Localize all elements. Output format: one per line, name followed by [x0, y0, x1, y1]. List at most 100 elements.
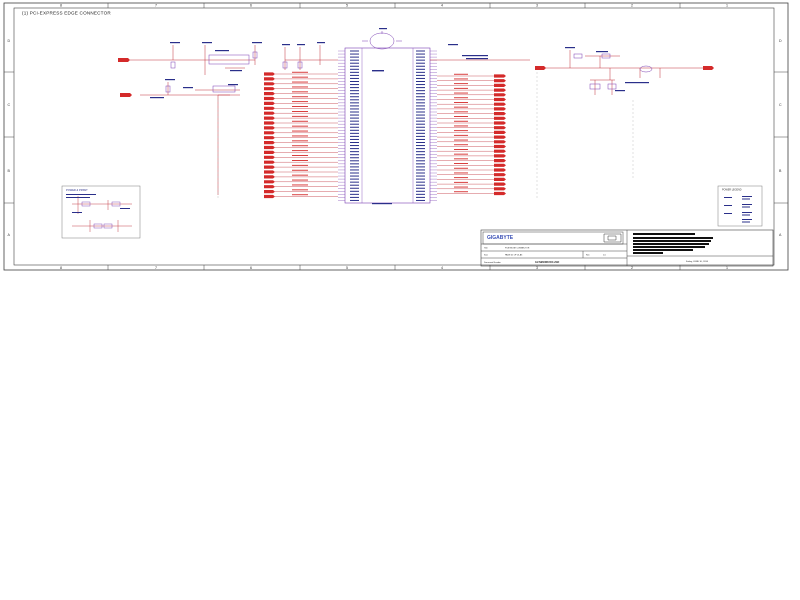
- net-flag: [494, 107, 506, 111]
- pin-label: [416, 178, 425, 180]
- pcie-edge-connector: [344, 47, 431, 205]
- net-flag: [264, 141, 275, 145]
- zone-col-label: 8: [60, 4, 62, 8]
- pin-label: [350, 148, 359, 150]
- zone-col-label: 5: [346, 266, 348, 270]
- zone-row-label: C: [779, 103, 782, 107]
- footer-date: Friday, JUNE 10, 2016: [686, 260, 709, 263]
- pin-label: [350, 181, 359, 183]
- pin-label: [416, 123, 425, 125]
- pin-label: [416, 135, 425, 137]
- size-label: Size: [484, 255, 489, 257]
- net-name: [454, 102, 468, 103]
- pin-label: [350, 62, 359, 64]
- pin-label: [350, 187, 359, 189]
- net-name: [454, 144, 468, 146]
- brand-logo-mark: [603, 233, 622, 243]
- zone-col-label: 4: [441, 266, 443, 270]
- pin-label: [350, 193, 359, 195]
- pin-label: [350, 157, 359, 159]
- pin-label: [416, 56, 425, 58]
- pin-label: [350, 199, 359, 201]
- net-flag: [264, 185, 275, 189]
- pin-label: [350, 117, 359, 119]
- net-flag: [494, 173, 506, 177]
- inner-frame: [13, 7, 775, 266]
- net-name: [454, 120, 468, 122]
- pin-label: [350, 96, 359, 98]
- pin-label: [350, 190, 359, 192]
- pin-label: [350, 102, 359, 104]
- net-name: [454, 130, 468, 132]
- net-flag: [264, 82, 275, 86]
- net-name: [292, 140, 308, 142]
- net-flag: [494, 88, 506, 92]
- pin-label: [416, 187, 425, 189]
- title-label: Title: [484, 247, 489, 250]
- power-legend-title: POWER LEGEND: [722, 189, 742, 192]
- pin-label: [416, 199, 425, 201]
- pin-label: [350, 129, 359, 131]
- pin-label: [416, 196, 425, 198]
- pin-label: [416, 87, 425, 89]
- net-flag: [264, 165, 275, 169]
- net-name: [292, 174, 308, 176]
- right-net-flags: [437, 73, 506, 196]
- zone-row-label: B: [779, 169, 782, 173]
- net-flag: [264, 145, 275, 150]
- pin-label: [416, 84, 425, 86]
- net-flag: [494, 97, 506, 102]
- pin-label: [350, 108, 359, 110]
- docnum-label: Document Number: [484, 261, 501, 264]
- docnum-value: GV-N960WF2OC-2GD: [535, 261, 559, 264]
- pin-label: [416, 129, 425, 131]
- pin-label: [416, 117, 425, 119]
- pin-label: [416, 120, 425, 122]
- redacted-lines: [633, 233, 713, 254]
- pin-label: [350, 145, 359, 147]
- net-name: [292, 106, 308, 107]
- net-name: [454, 167, 468, 169]
- pin-label: [416, 190, 425, 192]
- net-flag: [494, 135, 506, 139]
- pin-label: [416, 114, 425, 116]
- right-supply-components: [573, 53, 653, 90]
- pin-label: [350, 71, 359, 73]
- pin-label: [350, 172, 359, 174]
- net-flag: [494, 121, 506, 125]
- pin-label: [350, 111, 359, 113]
- net-flag: [494, 140, 506, 144]
- pin-label: [350, 123, 359, 125]
- pin-label: [350, 163, 359, 165]
- guide-lines: [217, 72, 634, 200]
- net-name: [292, 135, 308, 137]
- pin-label: [416, 105, 425, 107]
- zone-col-label: 1: [726, 266, 728, 270]
- net-name: [454, 125, 468, 127]
- net-name: [292, 179, 308, 181]
- pin-label: [350, 68, 359, 70]
- net-name: [292, 194, 308, 196]
- connector-pins: [338, 50, 437, 201]
- net-name: [292, 164, 308, 166]
- pin-label: [350, 160, 359, 162]
- pin-label: [416, 65, 425, 67]
- zone-col-label: 1: [726, 4, 728, 8]
- net-flag: [264, 190, 275, 194]
- pin-label: [416, 172, 425, 174]
- pin-label: [416, 93, 425, 95]
- pin-label: [350, 59, 359, 61]
- net-name: [454, 111, 468, 113]
- pin-label: [416, 59, 425, 61]
- net-name: [292, 115, 308, 117]
- net-name: [292, 189, 308, 191]
- pin-label: [350, 166, 359, 168]
- net-name: [454, 149, 468, 150]
- zone-col-label: 3: [536, 4, 538, 8]
- pin-label: [350, 154, 359, 156]
- pin-label: [350, 53, 359, 55]
- center-top-symbol: [362, 31, 402, 50]
- power-input-network: [130, 45, 338, 195]
- net-flag: [264, 155, 275, 159]
- zone-row-label: A: [8, 233, 11, 237]
